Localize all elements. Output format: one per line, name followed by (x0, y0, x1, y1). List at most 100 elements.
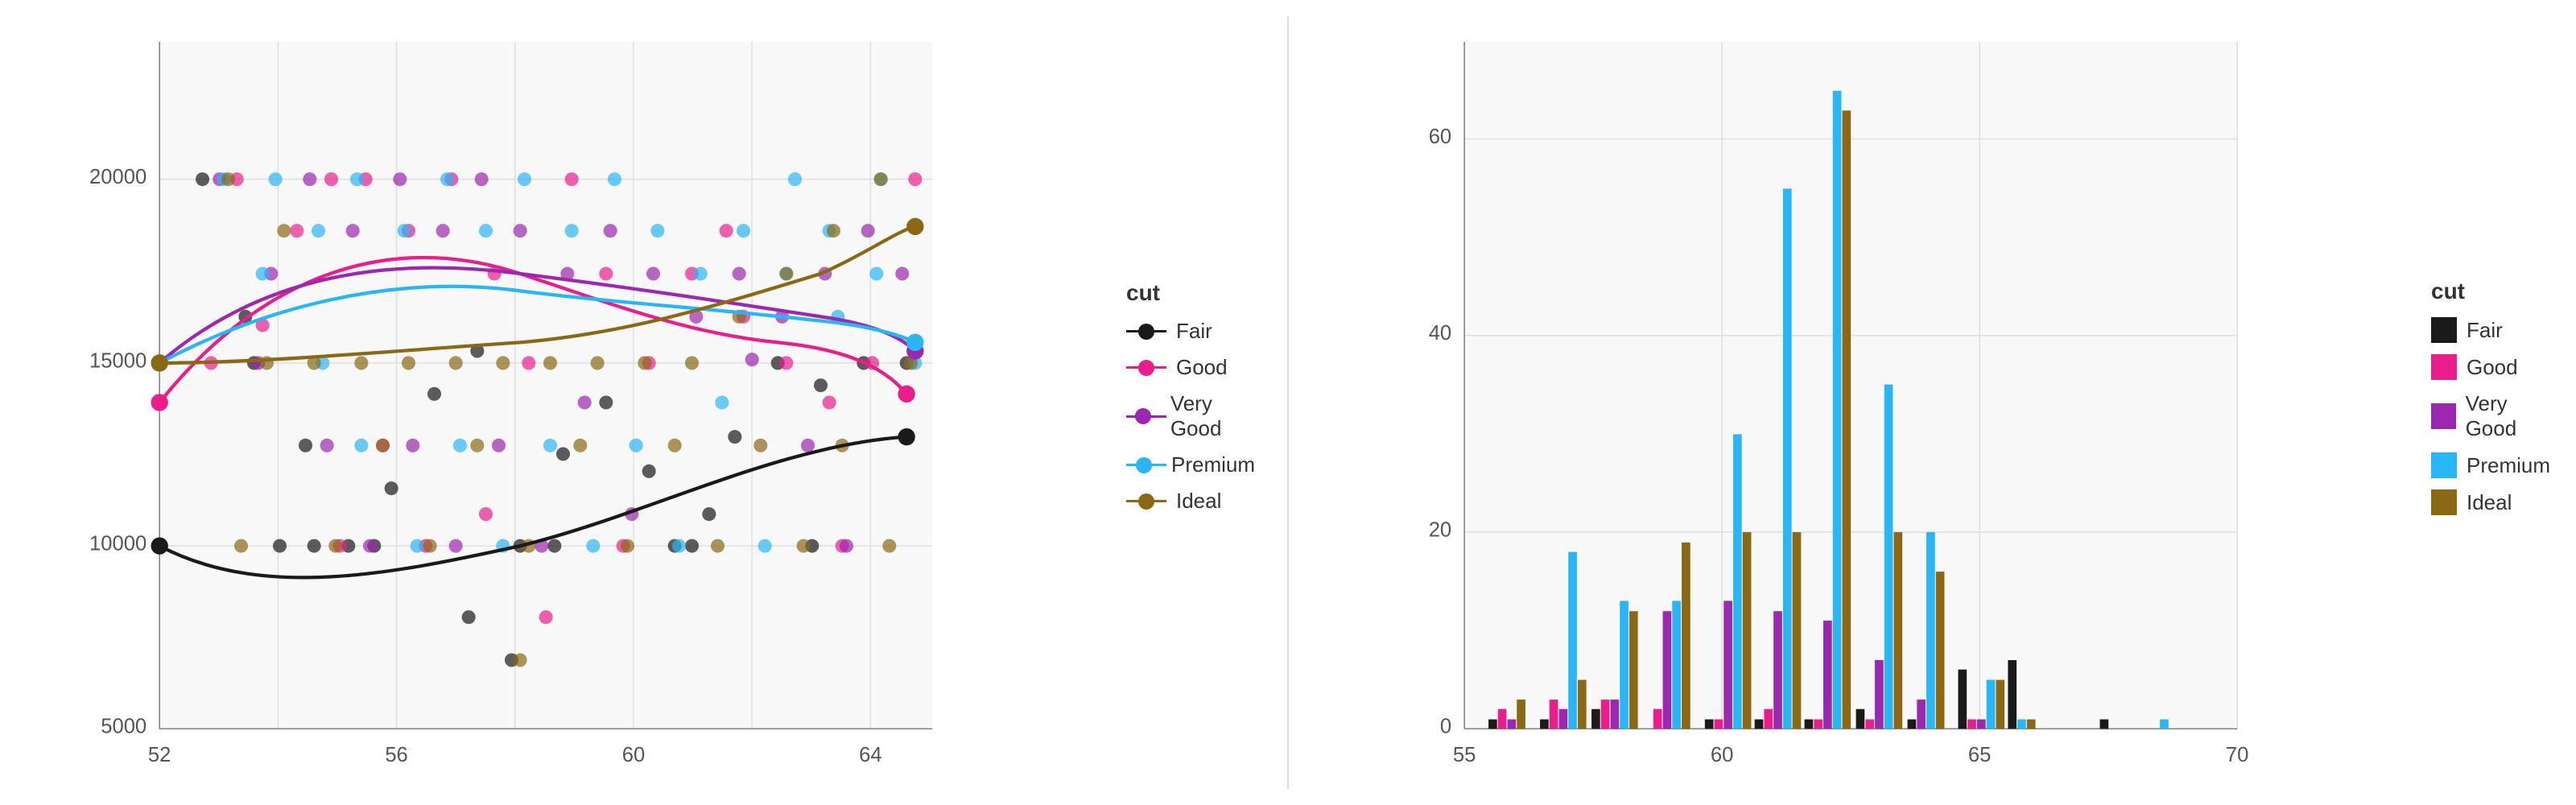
bar-ideal-58 (1629, 611, 1638, 729)
bar-fair-63 (1856, 709, 1865, 729)
curve-dot-prem-right (906, 334, 923, 351)
legend2-item-premium: Premium (2431, 452, 2560, 478)
bar-fair-57 (1540, 720, 1549, 729)
bar-fair-67 (2100, 720, 2109, 729)
bar-vg-62 (1823, 621, 1832, 729)
x-label-56: 56 (385, 744, 407, 766)
bar-prem-58 (1620, 601, 1629, 729)
legend1-label-fair: Fair (1176, 319, 1212, 344)
legend1-item-premium: Premium (1126, 452, 1255, 477)
legend1-label-ideal: Ideal (1176, 489, 1221, 514)
bar-fair-62 (1805, 720, 1814, 729)
legend2-label-fair: Fair (2467, 318, 2503, 343)
bar-prem-63 (1885, 385, 1893, 729)
bar-vg-64 (1917, 700, 1926, 729)
y-label-5000: 5000 (101, 716, 147, 738)
legend2: cut Fair Good Very Good Premium Ideal (2415, 16, 2560, 789)
bar-prem-66 (2017, 720, 2026, 729)
legend2-item-very-good: Very Good (2431, 391, 2560, 441)
legend2-item-fair: Fair (2431, 317, 2560, 343)
legend2-label-good: Good (2467, 355, 2518, 380)
bar-ideal-59 (1682, 543, 1690, 729)
legend1-item-fair: Fair (1126, 319, 1255, 344)
legend2-label-very-good: Very Good (2466, 391, 2560, 441)
bar-good-57 (1550, 700, 1558, 729)
chart2-svg: 0 20 40 60 55 60 65 70 (1321, 16, 2415, 789)
bar-fair-66 (2008, 660, 2017, 729)
y-label-10000: 10000 (89, 532, 147, 555)
curve-dot-fair-right (898, 428, 915, 445)
x2-label-65: 65 (1968, 744, 1991, 766)
x-label-64: 64 (859, 744, 881, 766)
bar-prem-69 (2160, 720, 2169, 729)
bar-fair-58 (1591, 709, 1600, 729)
legend2-swatch-fair (2431, 317, 2457, 343)
bar-ideal-62 (1843, 110, 1852, 729)
bar-vg-60 (1724, 601, 1732, 729)
curve-dot-ideal-right (906, 218, 923, 235)
y2-label-60: 60 (1429, 126, 1451, 148)
bar-ideal-60 (1743, 532, 1752, 729)
legend1-item-good: Good (1126, 355, 1255, 380)
y-label-15000: 15000 (89, 349, 147, 372)
bar-prem-59 (1672, 601, 1681, 729)
legend1-label-premium: Premium (1171, 452, 1255, 477)
chart1-svg: 5000 10000 15000 20000 52 56 60 64 (16, 16, 1110, 789)
bar-good-65 (1967, 720, 1976, 729)
bar-vg-57 (1559, 709, 1568, 729)
chart-divider (1287, 16, 1289, 789)
y2-label-20: 20 (1429, 518, 1451, 541)
bar-good-63 (1865, 720, 1874, 729)
bar-fair-56 (1488, 720, 1497, 729)
curve-dot-ideal-left (151, 354, 168, 371)
legend2-swatch-very-good (2431, 403, 2456, 429)
legend1-title: cut (1126, 280, 1255, 306)
x-label-60: 60 (622, 744, 645, 766)
y2-label-0: 0 (1440, 716, 1451, 738)
bar-ideal-61 (1793, 532, 1802, 729)
bar-prem-64 (1926, 532, 1935, 729)
chart2-area: 0 20 40 60 55 60 65 70 (1321, 16, 2415, 789)
y-label-20000: 20000 (89, 166, 147, 188)
bar-ideal-56 (1517, 700, 1525, 729)
legend2-swatch-good (2431, 354, 2457, 380)
chart1-wrapper: 5000 10000 15000 20000 52 56 60 64 (16, 16, 1255, 789)
x2-label-55: 55 (1453, 744, 1476, 766)
bar-ideal-66 (2027, 720, 2036, 729)
y2-label-40: 40 (1429, 322, 1451, 345)
legend2-swatch-premium (2431, 452, 2457, 478)
legend2-item-ideal: Ideal (2431, 489, 2560, 515)
bar-ideal-63 (1894, 532, 1903, 729)
legend1: cut Fair Good Very Go (1110, 16, 1255, 789)
bar-vg-65 (1977, 720, 1986, 729)
bar-ideal-64 (1936, 572, 1945, 729)
legend1-item-very-good: Very Good (1126, 391, 1255, 441)
legend2-label-ideal: Ideal (2467, 490, 2512, 515)
bar-prem-57 (1568, 552, 1577, 729)
bar-vg-63 (1875, 660, 1884, 729)
bar-vg-56 (1508, 720, 1517, 729)
bar-fair-65 (1959, 670, 1967, 729)
bar-good-61 (1764, 709, 1773, 729)
bar-vg-59 (1663, 611, 1672, 729)
bar-ideal-57 (1578, 680, 1587, 729)
bar-good-59 (1653, 709, 1662, 729)
legend2-title: cut (2431, 279, 2560, 304)
legend2-swatch-ideal (2431, 489, 2457, 515)
x-label-52: 52 (148, 744, 171, 766)
bar-good-58 (1601, 700, 1610, 729)
legend1-label-very-good: Very Good (1170, 391, 1255, 441)
x2-label-60: 60 (1711, 744, 1733, 766)
bar-fair-61 (1755, 720, 1764, 729)
bar-fair-64 (1908, 720, 1917, 729)
curve-dot-fair-left (151, 537, 168, 554)
bar-prem-61 (1783, 188, 1792, 729)
chart2-wrapper: 0 20 40 60 55 60 65 70 (1321, 16, 2560, 789)
bar-prem-62 (1833, 91, 1842, 729)
curve-dot-good-right (898, 386, 915, 402)
bar-prem-60 (1733, 434, 1742, 729)
charts-container: 5000 10000 15000 20000 52 56 60 64 (0, 0, 2576, 805)
bar-ideal-65 (1996, 680, 2004, 729)
bar-vg-58 (1611, 700, 1620, 729)
bar-prem-65 (1987, 680, 1996, 729)
